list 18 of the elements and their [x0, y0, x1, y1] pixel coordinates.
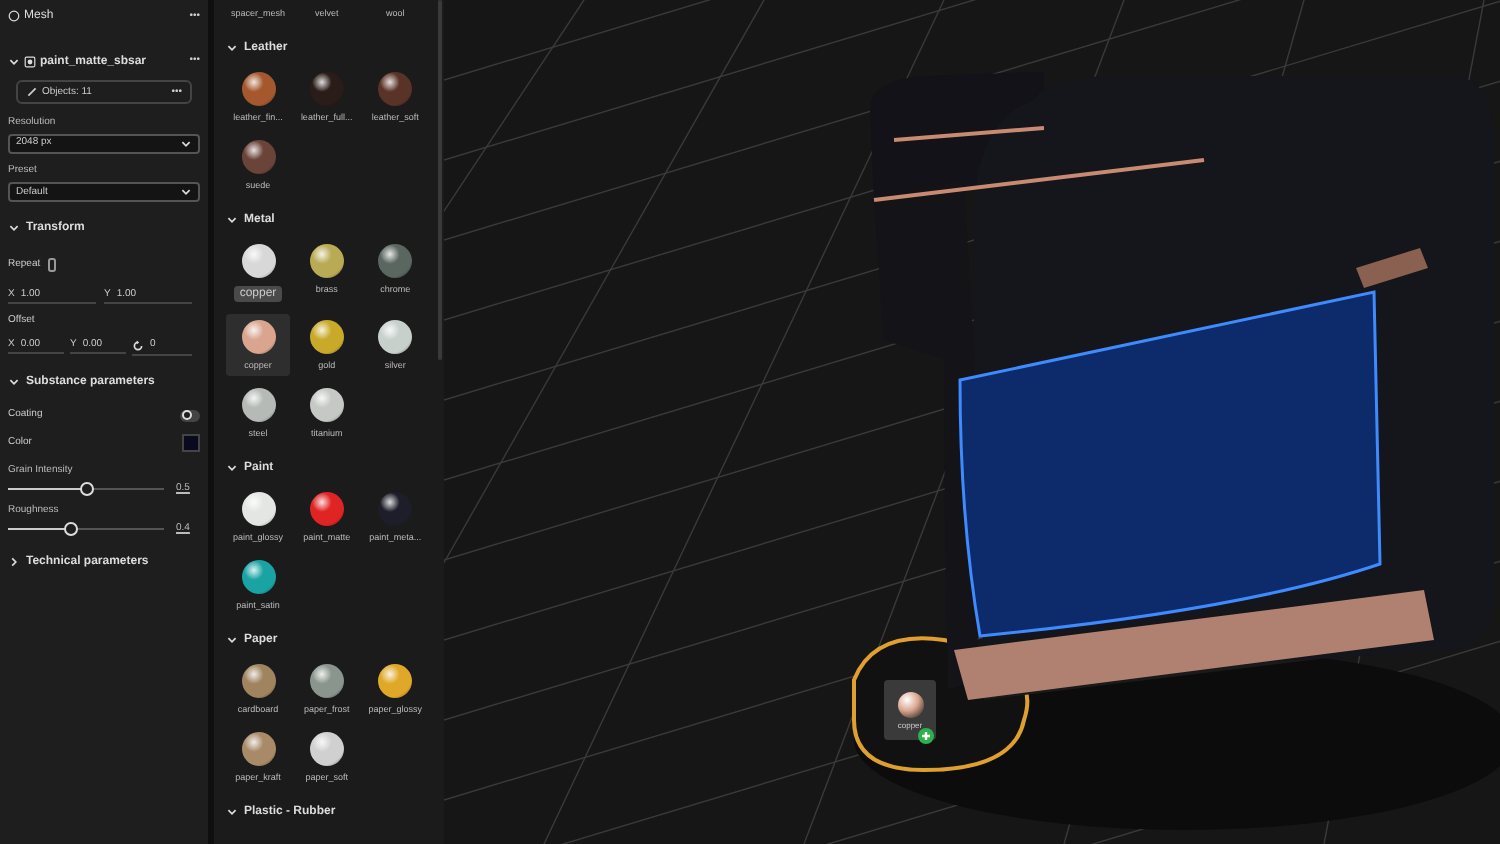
chevron-icon[interactable]	[226, 41, 238, 53]
coating-toggle[interactable]	[180, 409, 200, 421]
rotate-icon	[132, 339, 144, 351]
caret-icon[interactable]	[180, 137, 192, 149]
chevron-icon[interactable]	[8, 376, 20, 388]
chevron-icon[interactable]	[8, 55, 20, 67]
chevron-icon[interactable]	[8, 555, 20, 567]
chevron-icon[interactable]	[8, 221, 20, 233]
chevron-icon[interactable]	[226, 461, 238, 473]
slider-thumb[interactable]	[80, 481, 94, 495]
slider-thumb[interactable]	[64, 522, 79, 536]
color-swatch[interactable]	[182, 434, 200, 452]
chevron-icon[interactable]	[226, 213, 238, 225]
chevron-icon[interactable]	[226, 805, 238, 817]
material-icon	[24, 55, 36, 67]
chevron-icon[interactable]	[226, 633, 238, 645]
lock-icon[interactable]	[48, 258, 57, 272]
caret-icon[interactable]	[180, 186, 192, 198]
